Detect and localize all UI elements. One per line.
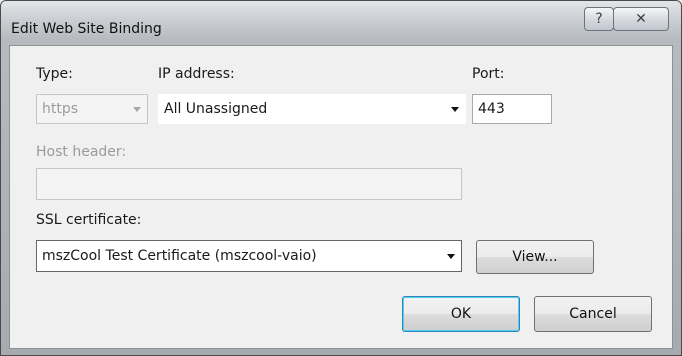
port-label: Port: <box>472 66 505 82</box>
chevron-down-icon <box>451 107 459 112</box>
ssl-certificate-value: mszCool Test Certificate (mszcool-vaio) <box>42 248 317 264</box>
close-button[interactable]: ✕ <box>613 7 669 31</box>
ok-button[interactable]: OK <box>402 296 520 332</box>
help-icon: ? <box>595 11 603 27</box>
dialog-window: Edit Web Site Binding ? ✕ Type: https IP… <box>0 0 682 356</box>
cancel-button[interactable]: Cancel <box>534 296 652 332</box>
chevron-down-icon <box>133 107 141 112</box>
host-header-input <box>36 168 462 200</box>
type-value: https <box>42 101 79 117</box>
chevron-down-icon <box>447 254 455 259</box>
port-input[interactable]: 443 <box>472 94 552 124</box>
dialog-body: Type: https IP address: All Unassigned P… <box>9 45 673 349</box>
port-value: 443 <box>478 101 505 117</box>
view-button[interactable]: View... <box>476 240 594 274</box>
host-header-label: Host header: <box>36 144 127 160</box>
ip-address-select[interactable]: All Unassigned <box>158 94 466 124</box>
view-button-label: View... <box>512 249 558 265</box>
ip-address-value: All Unassigned <box>164 101 268 117</box>
help-button[interactable]: ? <box>584 7 614 31</box>
close-icon: ✕ <box>635 11 647 27</box>
title-bar[interactable]: Edit Web Site Binding ? ✕ <box>1 1 681 43</box>
window-title: Edit Web Site Binding <box>11 21 162 37</box>
ssl-certificate-label: SSL certificate: <box>36 212 142 228</box>
ok-button-label: OK <box>450 306 472 322</box>
cancel-button-label: Cancel <box>569 306 617 322</box>
type-label: Type: <box>36 66 73 82</box>
ip-address-label: IP address: <box>158 66 235 82</box>
ssl-certificate-select[interactable]: mszCool Test Certificate (mszcool-vaio) <box>36 240 462 272</box>
type-select: https <box>36 94 148 124</box>
